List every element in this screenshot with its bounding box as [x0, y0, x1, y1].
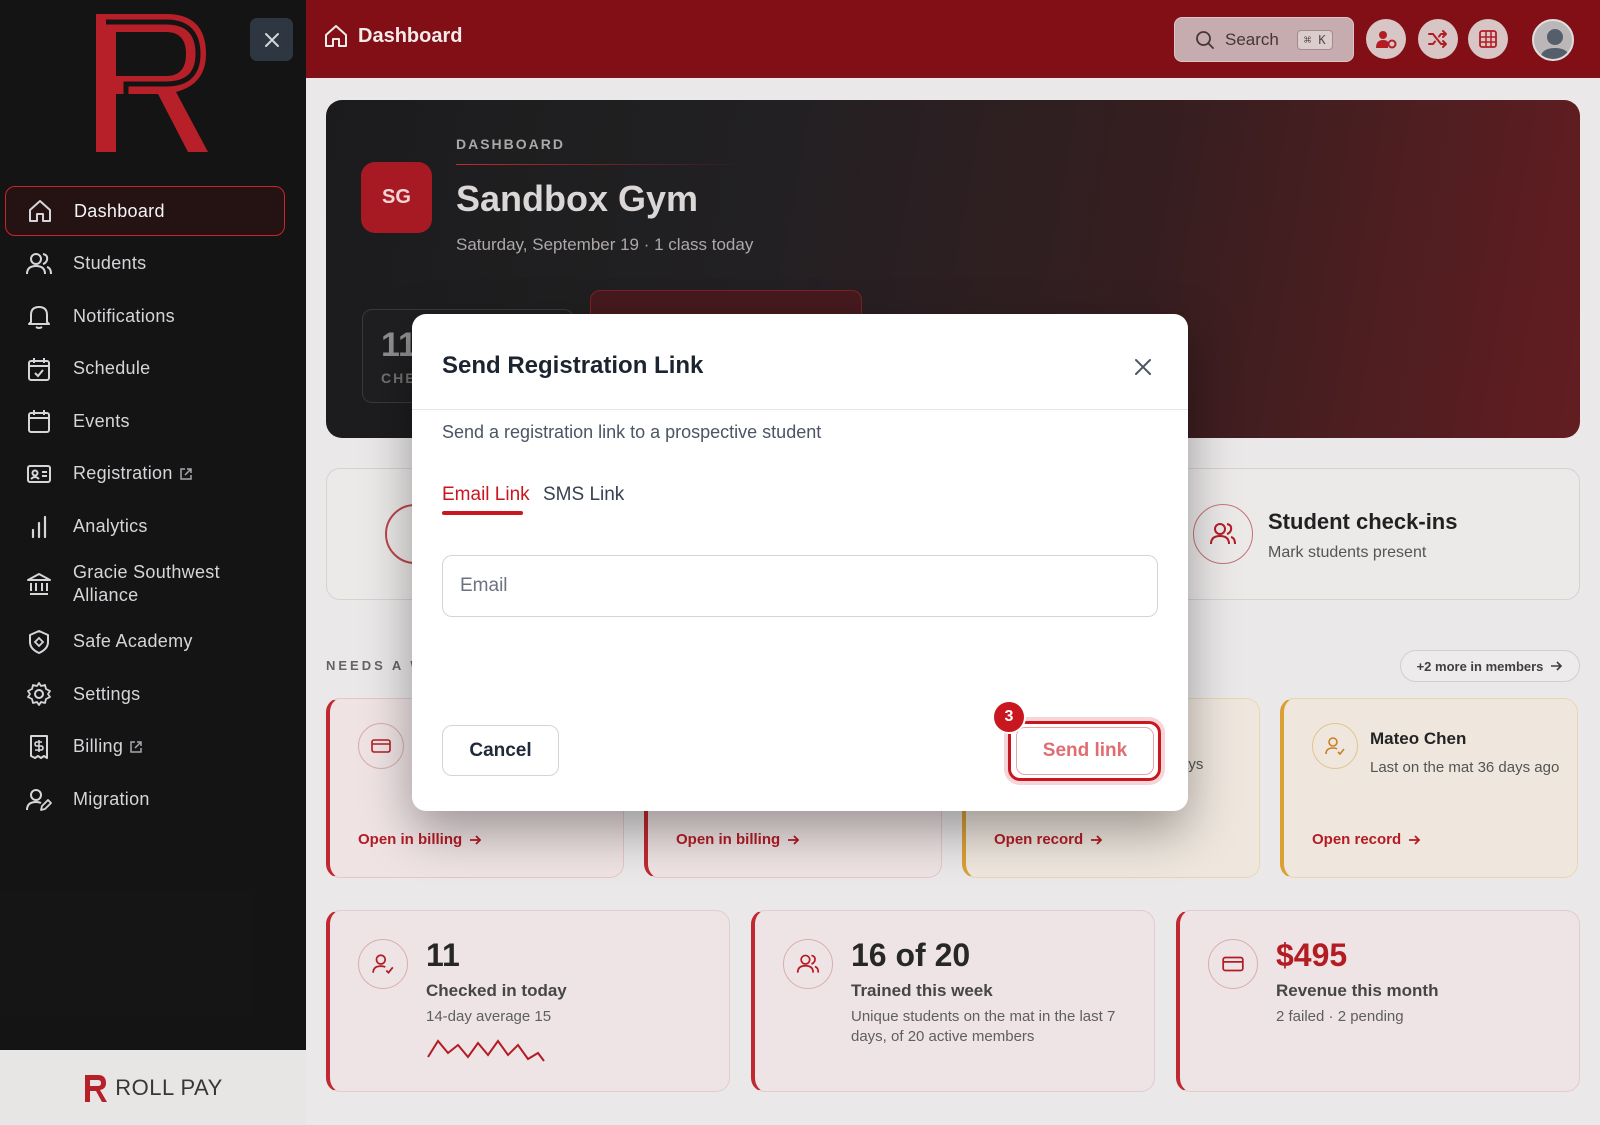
step-badge: 3: [992, 700, 1026, 734]
active-tab-indicator: [442, 511, 523, 515]
modal-subtitle: Send a registration link to a prospectiv…: [442, 422, 822, 442]
email-field[interactable]: [442, 555, 1158, 617]
tab-email-link[interactable]: Email Link: [442, 484, 530, 506]
modal-title: Send Registration Link: [442, 352, 704, 379]
modal-divider: [412, 409, 1188, 410]
close-icon: [1135, 359, 1151, 375]
tab-sms-link[interactable]: SMS Link: [543, 484, 624, 506]
modal-close-button[interactable]: [1130, 354, 1156, 380]
send-link-button[interactable]: Send link: [1016, 727, 1154, 775]
cancel-button[interactable]: Cancel: [442, 725, 559, 776]
send-registration-modal: Send Registration Link Send a registrati…: [412, 314, 1188, 811]
